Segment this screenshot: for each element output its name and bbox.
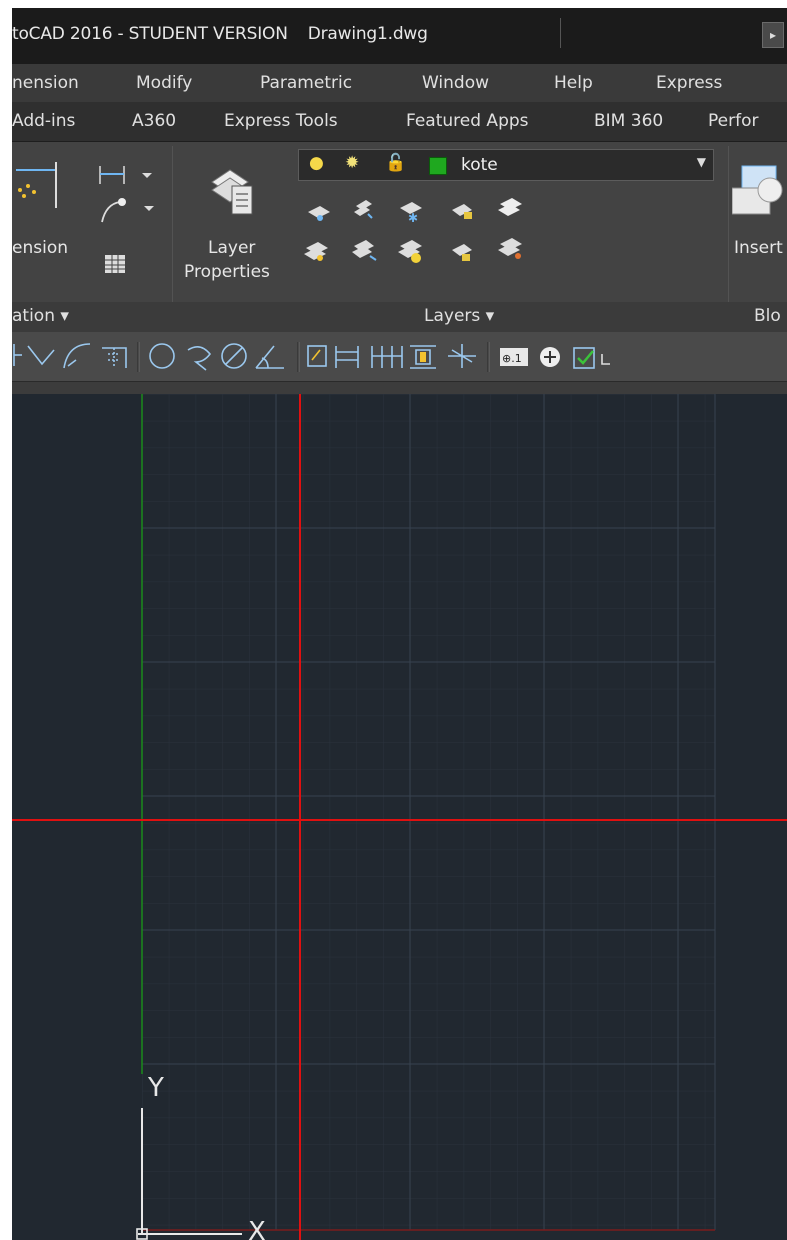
layer-freeze-icon[interactable]: ✱ [400, 202, 422, 225]
tab-performance[interactable]: Perfor [708, 111, 758, 131]
app-title: toCAD 2016 - STUDENT VERSION [12, 24, 288, 44]
svg-text:✱: ✱ [408, 211, 418, 225]
layer-color-swatch [429, 157, 447, 175]
ribbon-panel-titles: ation ▾ Layers ▾ Blo [12, 302, 787, 332]
viewport-header-strip [12, 382, 787, 394]
unlocked-icon: 🔓 [385, 153, 407, 173]
current-layer-name: kote [461, 155, 498, 175]
dim-baseline-icon[interactable] [335, 346, 359, 368]
layer-properties-label[interactable]: Layer [208, 238, 255, 258]
table-tool-icon[interactable] [104, 254, 128, 276]
lightbulb-icon: ● [309, 153, 324, 173]
insert-block-icon[interactable] [732, 164, 787, 218]
menu-item-parametric[interactable]: Parametric [260, 73, 352, 93]
layer-isolate-icon[interactable] [308, 206, 330, 221]
dim-continue-icon[interactable] [371, 346, 403, 368]
dim-linear-icon[interactable] [13, 344, 22, 366]
document-name: Drawing1.dwg [307, 24, 428, 44]
ucs-y-label: Y [147, 1073, 164, 1103]
menu-item-help[interactable]: Help [554, 73, 593, 93]
layer-properties-label-2[interactable]: Properties [184, 262, 270, 282]
leader-tool-icon[interactable] [98, 196, 162, 226]
svg-text:⊕.1: ⊕.1 [502, 352, 522, 365]
panel-title-layers[interactable]: Layers ▾ [424, 306, 494, 326]
dim-diameter-icon[interactable] [221, 343, 247, 369]
menu-item-dimension[interactable]: nension [12, 73, 79, 93]
panel-title-block[interactable]: Blo [754, 306, 781, 326]
layer-merge-icon[interactable] [498, 238, 522, 259]
dim-space-icon[interactable] [410, 345, 436, 369]
tab-express-tools[interactable]: Express Tools [224, 111, 338, 131]
linear-dim-tool-icon[interactable] [96, 164, 160, 188]
dim-arc-icon[interactable] [63, 343, 91, 369]
model-space[interactable]: Y X [12, 394, 787, 1240]
layer-unlock-icon[interactable] [452, 244, 472, 261]
layer-dropdown[interactable]: ● ✹ 🔓 kote ▼ [298, 149, 714, 181]
center-mark-icon[interactable] [540, 347, 560, 367]
ribbon: ension Layer Properties ● ✹ 🔓 kote ▼ ✱ I… [12, 142, 787, 334]
title-separator [560, 18, 561, 48]
tab-featured-apps[interactable]: Featured Apps [406, 111, 529, 131]
layer-match-icon[interactable] [354, 200, 373, 219]
autocad-window: toCAD 2016 - STUDENT VERSION Drawing1.dwg… [12, 8, 787, 1240]
quick-access-arrow-button[interactable]: ▸ [762, 22, 784, 48]
dim-jogged-icon[interactable] [187, 346, 212, 371]
layer-tool-icons: ✱ [304, 198, 522, 263]
quick-dim-icon[interactable] [307, 345, 327, 367]
title-bar: toCAD 2016 - STUDENT VERSION Drawing1.dwg… [12, 8, 787, 64]
layer-properties-icon[interactable] [208, 164, 256, 218]
menu-item-window[interactable]: Window [422, 73, 489, 93]
dim-inspect-icon[interactable] [573, 347, 595, 369]
dimension-button-label[interactable]: ension [12, 238, 68, 258]
panel-title-annotation[interactable]: ation ▾ [12, 306, 69, 326]
dim-aligned-icon[interactable] [27, 345, 55, 366]
layer-walk-icon[interactable] [352, 240, 377, 261]
menu-item-express[interactable]: Express [656, 73, 722, 93]
dim-break-icon[interactable] [448, 344, 476, 368]
layer-state-icon[interactable] [498, 198, 522, 216]
dimension-toolbar-icons: ⊕.1 [13, 342, 610, 372]
linear-dimension-icon[interactable] [12, 162, 60, 210]
dim-ordinate-icon[interactable] [102, 347, 127, 368]
dimension-toolbar: ⊕.1 [12, 332, 787, 382]
ribbon-tab-bar: Add-ins A360 Express Tools Featured Apps… [12, 102, 787, 142]
sun-icon: ✹ [345, 153, 360, 173]
tab-add-ins[interactable]: Add-ins [12, 111, 75, 131]
ucs-x-label: X [248, 1217, 266, 1240]
menu-bar: nension Modify Parametric Window Help Ex… [12, 64, 787, 102]
tab-a360[interactable]: A360 [132, 111, 176, 131]
tab-bim-360[interactable]: BIM 360 [594, 111, 663, 131]
dim-jogline-icon[interactable] [601, 354, 610, 365]
insert-button-label[interactable]: Insert [734, 238, 783, 258]
window-title: toCAD 2016 - STUDENT VERSION Drawing1.dwg [12, 24, 428, 44]
dim-angular-icon[interactable] [255, 345, 284, 369]
chevron-down-icon: ▼ [696, 155, 706, 169]
tolerance-icon[interactable]: ⊕.1 [500, 348, 528, 366]
grid-minor [142, 394, 715, 1230]
menu-item-modify[interactable]: Modify [136, 73, 192, 93]
dim-radius-icon[interactable] [149, 343, 175, 369]
layer-lock-icon[interactable] [452, 204, 472, 219]
drawing-canvas[interactable]: Y X [12, 394, 787, 1240]
layer-thaw-icon[interactable] [398, 240, 422, 263]
layer-on-icon[interactable] [304, 242, 328, 261]
